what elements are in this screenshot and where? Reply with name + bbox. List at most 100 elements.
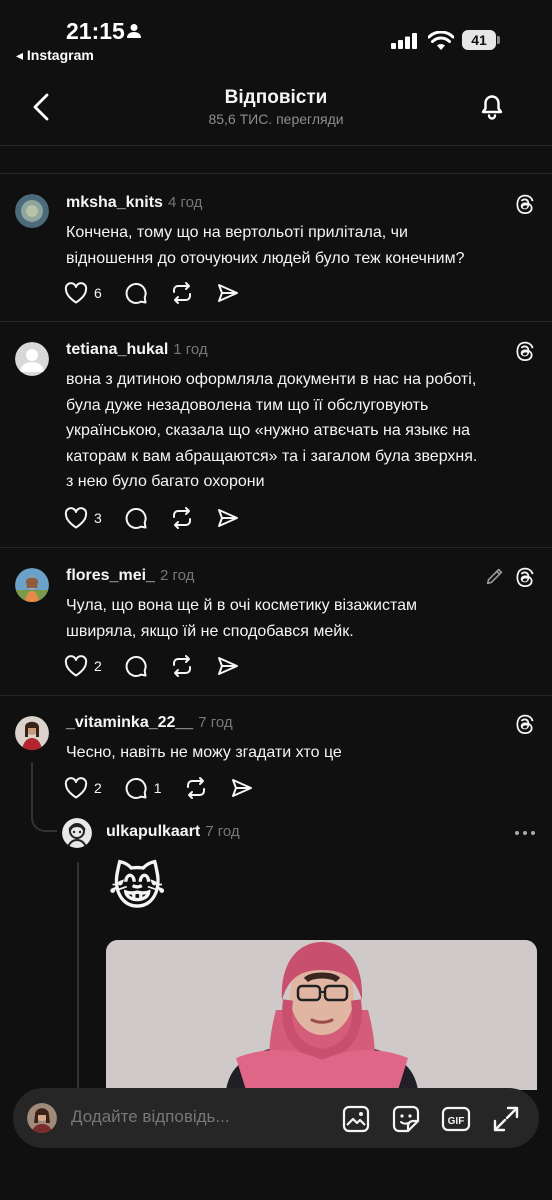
reply-button[interactable] [124, 281, 148, 305]
comment-line: Чесно, навіть не можу згадати хто це [66, 744, 342, 761]
comment-bubble-icon [125, 507, 147, 529]
comment-username[interactable]: mksha_knits 4 год [66, 194, 202, 212]
comment-line: була дуже незадоволена тим що її обслуго… [66, 396, 429, 414]
like-count: 3 [94, 510, 102, 526]
comment-username[interactable]: tetiana_hukal 1 год [66, 341, 208, 359]
comment-actions: 3 [64, 506, 262, 530]
battery-cap [497, 36, 500, 44]
heart-icon [64, 282, 88, 304]
gif-icon[interactable]: GIF [441, 1104, 471, 1134]
repost-button[interactable] [184, 776, 208, 800]
avatar[interactable] [15, 342, 49, 376]
comment-username[interactable]: _vitaminka_22__ 7 год [66, 714, 233, 732]
threads-icon[interactable] [514, 713, 536, 735]
comment-text: Чесно, навіть не можу згадати хто це [66, 740, 536, 766]
reply-username[interactable]: ulkapulkaart 7 год [106, 823, 240, 841]
share-button[interactable] [216, 654, 240, 678]
comment-username[interactable]: flores_mei_ 2 год [66, 567, 194, 585]
comment-text: Кончена, тому що на вертольоті прилітала… [66, 220, 536, 271]
reply-composer[interactable]: Додайте відповідь... GIF [13, 1088, 539, 1148]
my-avatar [27, 1103, 57, 1133]
reply-image[interactable] [106, 940, 537, 1090]
repost-icon [172, 655, 191, 677]
threads-icon[interactable] [514, 340, 536, 362]
reply-input-placeholder[interactable]: Додайте відповідь... [71, 1107, 230, 1127]
page-title: Відповісти [224, 87, 328, 108]
username-text[interactable]: tetiana_hukal [66, 341, 168, 358]
reply-count: 1 [153, 780, 162, 796]
avatar[interactable] [15, 716, 49, 750]
repost-button[interactable] [170, 654, 194, 678]
reply-button[interactable] [124, 506, 148, 530]
like-count: 2 [94, 658, 102, 674]
status-time: 21:15 [66, 18, 125, 44]
comment-item: mksha_knits 4 год Кончена, тому що на вер… [0, 174, 552, 322]
threads-icon[interactable] [514, 566, 536, 588]
share-button[interactable] [230, 776, 254, 800]
like-button[interactable]: 6 [64, 282, 102, 304]
like-button[interactable]: 2 [64, 655, 102, 677]
bell-icon[interactable] [478, 91, 506, 121]
heart-icon [64, 507, 88, 529]
comment-time: 7 год [198, 714, 233, 731]
send-icon [217, 657, 238, 675]
threads-icon[interactable] [514, 193, 536, 215]
wifi-icon [428, 31, 454, 50]
comment-time: 1 год [173, 341, 208, 358]
avatar[interactable] [15, 194, 49, 228]
repost-icon [172, 507, 191, 529]
status-bar: 21:15 ◂ Instagram 41 [0, 0, 552, 76]
repost-button[interactable] [170, 506, 194, 530]
send-icon [217, 284, 238, 302]
person-icon [126, 23, 142, 39]
like-count: 2 [94, 780, 102, 796]
svg-text:GIF: GIF [448, 1116, 465, 1127]
send-icon [217, 509, 238, 527]
repost-button[interactable] [170, 281, 194, 305]
thread-connector [31, 762, 57, 832]
comment-line: каторам к вам абращаются» та і загалом б… [66, 447, 478, 465]
heart-icon [64, 777, 88, 799]
username-text[interactable]: flores_mei_ [66, 567, 155, 584]
share-button[interactable] [216, 281, 240, 305]
expand-icon[interactable] [491, 1104, 521, 1134]
share-button[interactable] [216, 506, 240, 530]
comment-line: вона з дитиною оформляла документи в нас… [66, 371, 477, 388]
battery-indicator: 41 [462, 30, 496, 50]
like-button[interactable]: 2 [64, 777, 102, 799]
views-count: 85,6 ТИС. перегляди [208, 111, 344, 127]
comment-text: Чула, що вона ще й в очі косметику візаж… [66, 593, 536, 644]
more-options-icon[interactable] [514, 828, 536, 838]
like-button[interactable]: 3 [64, 507, 102, 529]
username-text[interactable]: _vitaminka_22__ [66, 714, 193, 731]
heart-icon [64, 655, 88, 677]
reply-button[interactable]: 1 [124, 776, 162, 800]
comment-bubble-icon [125, 282, 147, 304]
image-icon[interactable] [341, 1104, 371, 1134]
comment-line: з нею було багато охорони [66, 473, 265, 490]
comment-actions: 6 [64, 281, 262, 305]
back-to-instagram-link[interactable]: ◂ Instagram [16, 47, 94, 64]
reply-button[interactable] [124, 654, 148, 678]
reply-time: 7 год [205, 823, 240, 840]
comment-actions: 2 [64, 654, 262, 678]
username-text[interactable]: ulkapulkaart [106, 823, 200, 840]
cellular-signal-icon [391, 33, 419, 49]
repost-icon [172, 282, 191, 304]
comment-line: Кончена, тому що на вертольоті прилітала… [66, 224, 408, 241]
like-count: 6 [94, 285, 102, 301]
pencil-icon[interactable] [484, 565, 506, 587]
send-icon [231, 779, 252, 797]
comment-line: відношення до оточуючих людей було теж к… [66, 249, 465, 267]
comment-actions: 2 1 [64, 776, 276, 800]
comment-item: flores_mei_ 2 год Чула, що вона ще й в оч… [0, 548, 552, 696]
username-text[interactable]: mksha_knits [66, 194, 163, 211]
comment-bubble-icon [125, 777, 147, 799]
comment-time: 2 год [159, 567, 195, 584]
top-navigation-bar: Відповісти 85,6 ТИС. перегляди [0, 76, 552, 146]
reply-avatar[interactable] [62, 818, 92, 848]
reply-emoji: 😹 [108, 859, 167, 915]
sticker-icon[interactable] [391, 1104, 421, 1134]
comment-line: українською, сказала що «нужно атвєчать … [66, 422, 471, 439]
avatar[interactable] [15, 568, 49, 602]
